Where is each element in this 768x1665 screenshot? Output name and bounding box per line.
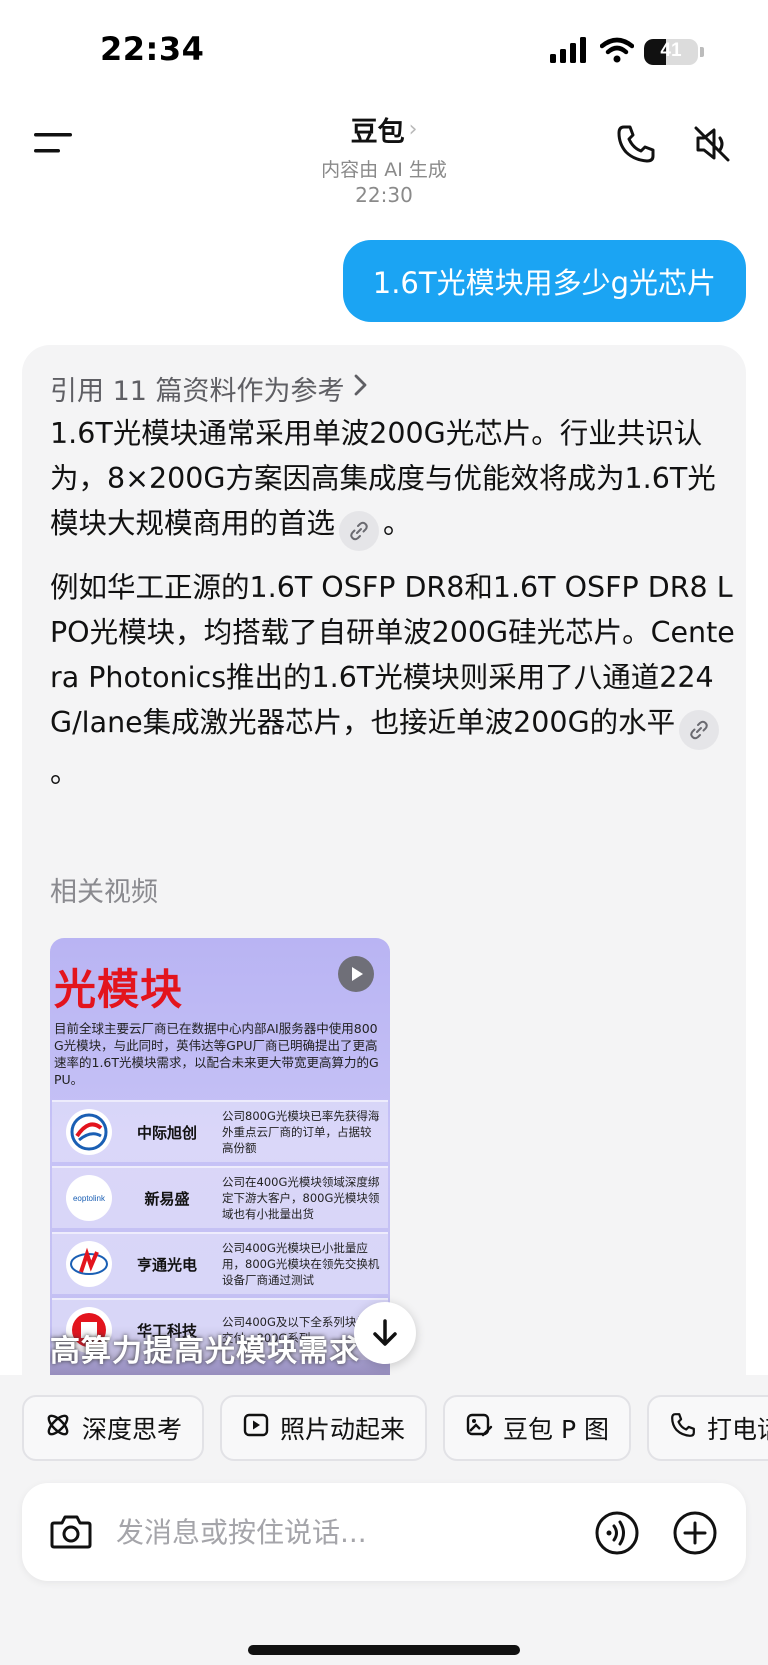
camera-icon[interactable] [48,1509,94,1559]
chip-phone-call[interactable]: 打电话 [647,1395,768,1461]
phone-icon [617,125,655,163]
speaker-muted-icon [694,126,730,162]
references-label: 引用 11 篇资料作为参考 [50,376,345,407]
battery-icon: 41 [644,39,698,65]
atom-icon [44,1411,72,1445]
battery-percent: 41 [660,40,682,61]
company-logo-text: eoptolink [72,1193,106,1203]
company-note: 公司在400G光模块领域深度绑定下游大客户，800G光模块领域也有小批量出货 [222,1175,380,1221]
phone-icon [669,1411,697,1445]
status-time: 22:34 [100,30,205,68]
chip-label: 深度思考 [82,1415,183,1444]
answer-paragraph-1: 1.6T光模块通常采用单波200G光芯片。行业共识认为，8×200G方案因高集成… [50,411,738,551]
status-indicators: 41 [550,36,704,68]
company-logo-icon [66,1241,112,1287]
company-note: 公司400G光模块已小批量应用，800G光模块在领先交换机设备厂商通过测试 [222,1241,380,1287]
company-note: 公司800G光模块已率先获得海外重点云厂商的订单，占据较高份额 [222,1109,380,1155]
chevron-right-icon [351,372,371,405]
composer-panel: 深度思考 照片动起来 豆包 P 图 打电话 [0,1375,768,1665]
video-company-list: 中际旭创 公司800G光模块已率先获得海外重点云厂商的订单，占据较高份额 eop… [50,1100,390,1364]
signal-icon [550,37,590,67]
chip-animate-photo[interactable]: 照片动起来 [220,1395,428,1461]
video-company-row: 中际旭创 公司800G光模块已率先获得海外重点云厂商的订单，占据较高份额 [52,1100,388,1162]
chip-label: 豆包 P 图 [503,1415,610,1444]
video-company-row: 亨通光电 公司400G光模块已小批量应用，800G光模块在领先交换机设备厂商通过… [52,1232,388,1294]
chip-deep-thinking[interactable]: 深度思考 [22,1395,205,1461]
citation-link-icon[interactable] [679,710,720,750]
answer-paragraph-2-text: 例如华工正源的1.6T OSFP DR8和1.6T OSFP DR8 LPO光模… [50,571,735,739]
answer-paragraph-2: 例如华工正源的1.6T OSFP DR8和1.6T OSFP DR8 LPO光模… [50,565,738,795]
wifi-icon [599,37,635,67]
company-name: 新易盛 [144,1189,190,1208]
answer-period-1: 。 [383,507,412,540]
message-composer [22,1483,746,1581]
suggestion-chips: 深度思考 照片动起来 豆包 P 图 打电话 [22,1395,768,1461]
video-play-icon [338,956,374,992]
chevron-right-icon: › [408,117,418,142]
phone-call-button[interactable] [614,122,658,166]
image-edit-icon [465,1411,493,1445]
mute-button[interactable] [690,122,734,166]
company-name: 亨通光电 [136,1255,197,1274]
company-logo-icon: eoptolink [66,1175,112,1221]
chip-image-edit[interactable]: 豆包 P 图 [443,1395,632,1461]
user-message-text: 1.6T光模块用多少g光芯片 [372,266,716,300]
video-description: 目前全球主要云厂商已在数据中心内部AI服务器中使用800G光模块，与此同时，英伟… [54,1021,379,1087]
message-input[interactable] [116,1505,586,1559]
related-video-card[interactable]: 光模块 目前全球主要云厂商已在数据中心内部AI服务器中使用800G光模块，与此同… [50,938,390,1375]
battery-cap [700,47,704,57]
answer-period-2: 。 [50,756,79,789]
scroll-to-bottom-button[interactable] [354,1302,416,1364]
user-message-bubble[interactable]: 1.6T光模块用多少g光芯片 [342,240,746,322]
chat-header: 豆包 › 内容由 AI 生成 [250,110,518,182]
voice-wave-icon[interactable] [594,1510,640,1560]
citation-link-icon[interactable] [339,511,380,551]
arrow-down-icon [373,1319,397,1346]
ai-disclaimer: 内容由 AI 生成 [321,159,447,181]
bot-name-button[interactable]: 豆包 › [351,110,418,149]
menu-icon[interactable] [34,130,74,156]
video-caption: 高算力提高光模块需求 [50,1326,390,1375]
references-link[interactable]: 引用 11 篇资料作为参考 [50,369,371,408]
company-name: 中际旭创 [136,1123,197,1142]
bot-answer-card: 引用 11 篇资料作为参考 1.6T光模块通常采用单波200G光芯片。行业共识认… [22,345,746,1375]
chip-label: 照片动起来 [280,1415,406,1444]
video-company-row: eoptolink 新易盛 公司在400G光模块领域深度绑定下游大客户，800G… [52,1166,388,1228]
message-timestamp: 22:30 [355,183,413,207]
plus-icon[interactable] [672,1510,718,1560]
play-square-icon [242,1411,270,1445]
related-videos-title: 相关视频 [50,877,158,908]
chip-label: 打电话 [707,1415,768,1444]
video-title: 光模块 [54,965,184,1014]
company-logo-icon [66,1109,112,1155]
home-indicator [248,1645,520,1655]
bot-name: 豆包 [350,117,405,148]
